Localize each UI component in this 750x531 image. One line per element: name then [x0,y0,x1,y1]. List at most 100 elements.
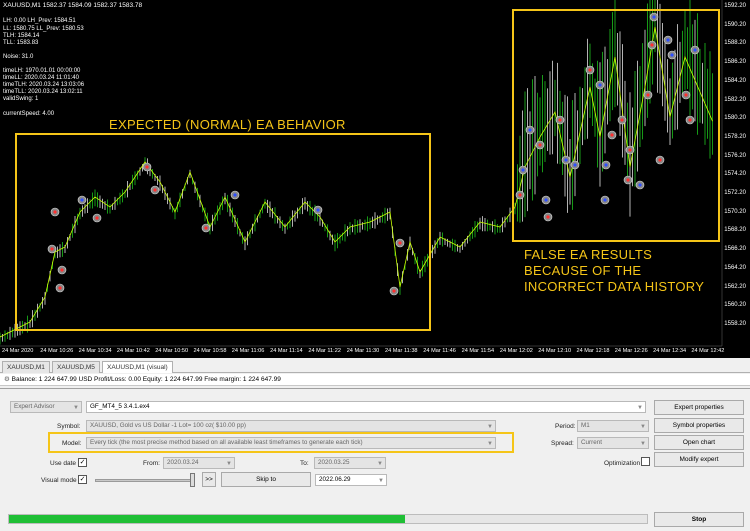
time-tick-label: 24 Mar 11:14 [270,348,303,354]
time-tick-label: 24 Mar 10:34 [78,348,112,354]
false-results-box [512,9,720,242]
price-tick-label: 1562.20 [724,283,746,290]
time-tick-label: 24 Mar 11:46 [423,348,456,354]
chevron-down-icon: ▼ [640,424,646,430]
info-line: TLL: 1583.83 [3,40,39,46]
skip-forward-button[interactable]: >> [202,472,216,487]
chevron-down-icon: ▼ [487,441,493,447]
info-line: timeLL: 2020.03.24 11:01:40 [3,75,79,81]
price-tick-label: 1584.20 [724,77,746,84]
to-label: To: [300,460,309,467]
price-tick-label: 1566.20 [724,246,746,253]
test-progress-bar [8,514,648,524]
visual-mode-label: Visual mode [41,477,77,484]
info-line: currentSpeed: 4.00 [3,111,55,117]
false-results-annotation-line3: INCORRECT DATA HISTORY [524,279,705,294]
time-tick-label: 24 Mar 12:42 [691,348,725,354]
time-tick-label: 24 Mar 12:26 [614,348,648,354]
tester-mode-select[interactable]: Expert Advisor ▼ [10,401,82,413]
time-tick-label: 24 Mar 12:18 [576,348,610,354]
skip-to-date-input[interactable]: 2022.06.29 ▼ [315,474,387,486]
price-tick-label: 1564.20 [724,264,746,271]
calendar-dropdown-icon: ▼ [226,461,232,467]
info-line: timeTLH: 2020.03.24 13:03:06 [3,82,85,88]
symbol-select[interactable]: XAUUSD, Gold vs US Dollar -1 Lot= 100 oz… [86,420,496,432]
time-tick-label: 24 Mar 12:02 [499,348,533,354]
from-label: From: [143,460,160,467]
visual-mode-checkbox[interactable]: ✓ [78,475,87,484]
model-label: Model: [62,440,82,447]
price-tick-label: 1580.20 [724,115,746,122]
chevron-down-icon: ▼ [73,405,79,411]
balance-text: Balance: 1 224 647.99 USD Profit/Loss: 0… [11,376,281,383]
period-label: Period: [555,423,576,430]
use-date-label: Use date [50,460,77,467]
time-tick-label: 24 Mar 11:54 [461,348,495,354]
price-tick-label: 1590.20 [724,21,746,28]
chevron-down-icon: ▼ [640,441,646,447]
price-tick-label: 1592.20 [724,3,746,9]
spread-select[interactable]: Current ▼ [577,437,649,449]
price-tick-label: 1582.20 [724,96,746,103]
chevron-down-icon: ▼ [637,405,643,411]
time-tick-label: 24 Mar 10:26 [40,348,74,354]
price-tick-label: 1570.20 [724,208,746,215]
calendar-dropdown-icon: ▼ [378,478,384,484]
use-date-checkbox[interactable]: ✓ [78,458,87,467]
from-date-input[interactable]: 2020.03.24 ▼ [163,457,235,469]
model-select[interactable]: Every tick (the most precise method base… [86,437,496,449]
false-results-annotation-line1: FALSE EA RESULTS [524,247,653,262]
expected-behavior-annotation: EXPECTED (NORMAL) EA BEHAVIOR [109,117,346,132]
time-tick-label: 24 Mar 11:30 [346,348,380,354]
time-tick-label: 24 Mar 12:34 [653,348,687,354]
time-tick-label: 24 Mar 11:22 [308,348,341,354]
info-line: Noise: 31.0 [3,54,34,60]
price-chart[interactable]: XAUUSD,M1 1582.37 1584.09 1582.37 1583.7… [0,0,750,358]
optimization-label: Optimization [604,460,641,467]
chart-title: XAUUSD,M1 1582.37 1584.09 1582.37 1583.7… [3,2,143,9]
time-tick-label: 24 Mar 11:38 [385,348,418,354]
price-tick-label: 1574.20 [724,171,746,178]
price-tick-label: 1560.20 [724,302,746,309]
time-tick-label: 24 Mar 10:50 [155,348,189,354]
symbol-label: Symbol: [57,423,81,430]
tab-xauusd-m5[interactable]: XAUUSD,M5 [52,361,100,373]
spread-label: Spread: [551,440,574,447]
optimization-checkbox[interactable] [641,457,650,466]
tab-xauusd-m1-visual[interactable]: XAUUSD,M1 (visual) [102,361,173,373]
speed-slider-track[interactable] [95,479,195,482]
account-status-bar: ⚙ Balance: 1 224 647.99 USD Profit/Loss:… [0,374,750,386]
info-line: LL: 1580.75 LL_Prev: 1580.53 [3,26,84,32]
skip-to-button[interactable]: Skip to [221,472,311,487]
time-tick-label: 24 Mar 12:10 [538,348,572,354]
to-date-input[interactable]: 2020.03.25 ▼ [314,457,386,469]
open-chart-button[interactable]: Open chart [654,435,744,450]
info-line: LH: 0.00 LH_Prev: 1584.51 [3,18,76,24]
period-select[interactable]: M1 ▼ [577,420,649,432]
false-results-annotation-line2: BECAUSE OF THE [524,263,642,278]
speed-slider-thumb[interactable] [190,473,195,487]
price-tick-label: 1576.20 [724,152,746,159]
chevron-down-icon: ▼ [487,424,493,430]
price-tick-label: 1588.20 [724,40,746,47]
time-tick-label: 24 Mar 2020 [2,348,34,354]
symbol-properties-button[interactable]: Symbol properties [654,418,744,433]
test-progress-fill [9,515,405,523]
price-tick-label: 1578.20 [724,133,746,140]
expected-behavior-box [15,133,431,331]
gear-icon: ⚙ [4,376,12,383]
chart-tabs: XAUUSD,M1 XAUUSD,M5 XAUUSD,M1 (visual) [0,360,750,373]
info-line: TLH: 1584.14 [3,33,40,39]
modify-expert-button[interactable]: Modify expert [654,452,744,467]
stop-button[interactable]: Stop [654,512,744,527]
price-tick-label: 1558.20 [724,320,746,327]
expert-file-select[interactable]: GF_MT4_5 3.4.1.ex4 ▼ [86,401,646,413]
time-tick-label: 24 Mar 10:58 [193,348,227,354]
time-tick-label: 24 Mar 10:42 [116,348,150,354]
info-line: timeLH: 1970.01.01 00:00:00 [3,68,81,74]
price-tick-label: 1586.20 [724,59,746,66]
price-tick-label: 1572.20 [724,190,746,196]
calendar-dropdown-icon: ▼ [377,461,383,467]
tab-xauusd-m1[interactable]: XAUUSD,M1 [2,361,50,373]
expert-properties-button[interactable]: Expert properties [654,400,744,415]
